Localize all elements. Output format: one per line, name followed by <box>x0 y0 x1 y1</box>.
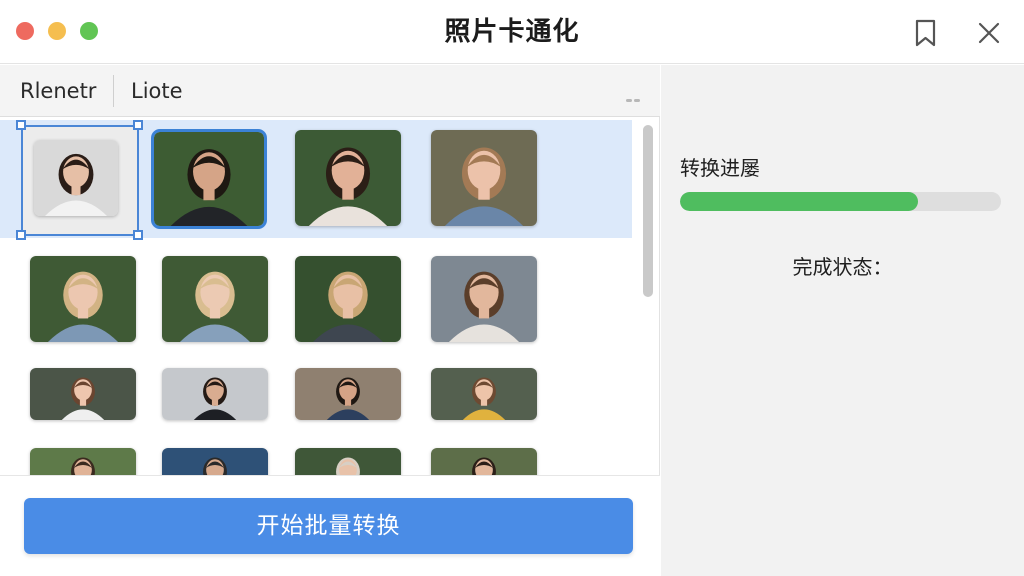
close-icon <box>978 22 1000 44</box>
resize-handle[interactable] <box>133 230 143 240</box>
portrait-image <box>30 256 136 342</box>
portrait-image <box>162 368 268 420</box>
photo-thumbnail[interactable] <box>162 448 268 475</box>
gallery-scrollbar[interactable] <box>640 125 654 477</box>
resize-handle[interactable] <box>16 230 26 240</box>
photo-thumbnail[interactable] <box>162 256 268 342</box>
portrait-image <box>30 368 136 420</box>
portrait-image <box>431 448 537 475</box>
photo-thumbnail[interactable] <box>431 130 537 226</box>
photo-thumbnail[interactable] <box>30 256 136 342</box>
start-batch-convert-button[interactable]: 开始批量转换 <box>24 498 633 554</box>
photo-thumbnail[interactable] <box>431 368 537 420</box>
status-panel: 转换进屡 完成状态： <box>661 65 1024 576</box>
tab-rlenetr[interactable]: Rlenetr <box>20 65 96 117</box>
close-window-button[interactable] <box>16 22 34 40</box>
portrait-image <box>162 256 268 342</box>
photo-thumbnail[interactable] <box>151 129 267 229</box>
photo-list-pane: Rlenetr Liote 开始批量转换 <box>0 65 660 576</box>
bookmark-button[interactable] <box>912 18 940 48</box>
portrait-image <box>295 256 401 342</box>
progress-bar <box>680 192 1001 211</box>
photo-thumbnail[interactable] <box>295 130 401 226</box>
portrait-image <box>295 130 401 226</box>
footer: 开始批量转换 <box>0 475 660 576</box>
maximize-window-button[interactable] <box>80 22 98 40</box>
portrait-image <box>295 448 401 475</box>
selection-frame[interactable] <box>21 125 139 236</box>
portrait-image <box>154 132 264 226</box>
portrait-image <box>431 368 537 420</box>
resize-handle[interactable] <box>133 120 143 130</box>
photo-thumbnail[interactable] <box>162 368 268 420</box>
tab-divider <box>113 75 114 107</box>
progress-label: 转换进屡 <box>680 156 760 180</box>
portrait-image <box>431 256 537 342</box>
photo-thumbnail[interactable] <box>431 448 537 475</box>
portrait-image <box>431 130 537 226</box>
photo-gallery <box>0 118 632 475</box>
photo-thumbnail[interactable] <box>431 256 537 342</box>
progress-bar-fill <box>680 192 918 211</box>
photo-thumbnail[interactable] <box>30 368 136 420</box>
photo-thumbnail[interactable] <box>295 368 401 420</box>
photo-thumbnail[interactable] <box>295 256 401 342</box>
resize-handle[interactable] <box>16 120 26 130</box>
tab-liote[interactable]: Liote <box>131 65 183 117</box>
bookmark-icon <box>915 19 936 47</box>
portrait-image <box>295 368 401 420</box>
more-options-icon[interactable] <box>626 87 644 102</box>
title-bar: 照片卡通化 <box>0 0 1024 64</box>
completion-status-label: 完成状态： <box>792 255 893 279</box>
photo-thumbnail[interactable] <box>295 448 401 475</box>
portrait-image <box>30 448 136 475</box>
minimize-window-button[interactable] <box>48 22 66 40</box>
window-title: 照片卡通化 <box>444 17 580 47</box>
portrait-image <box>162 448 268 475</box>
scrollbar-thumb[interactable] <box>643 125 653 297</box>
close-button[interactable] <box>974 18 1004 48</box>
photo-thumbnail[interactable] <box>30 448 136 475</box>
tab-bar: Rlenetr Liote <box>0 65 660 117</box>
